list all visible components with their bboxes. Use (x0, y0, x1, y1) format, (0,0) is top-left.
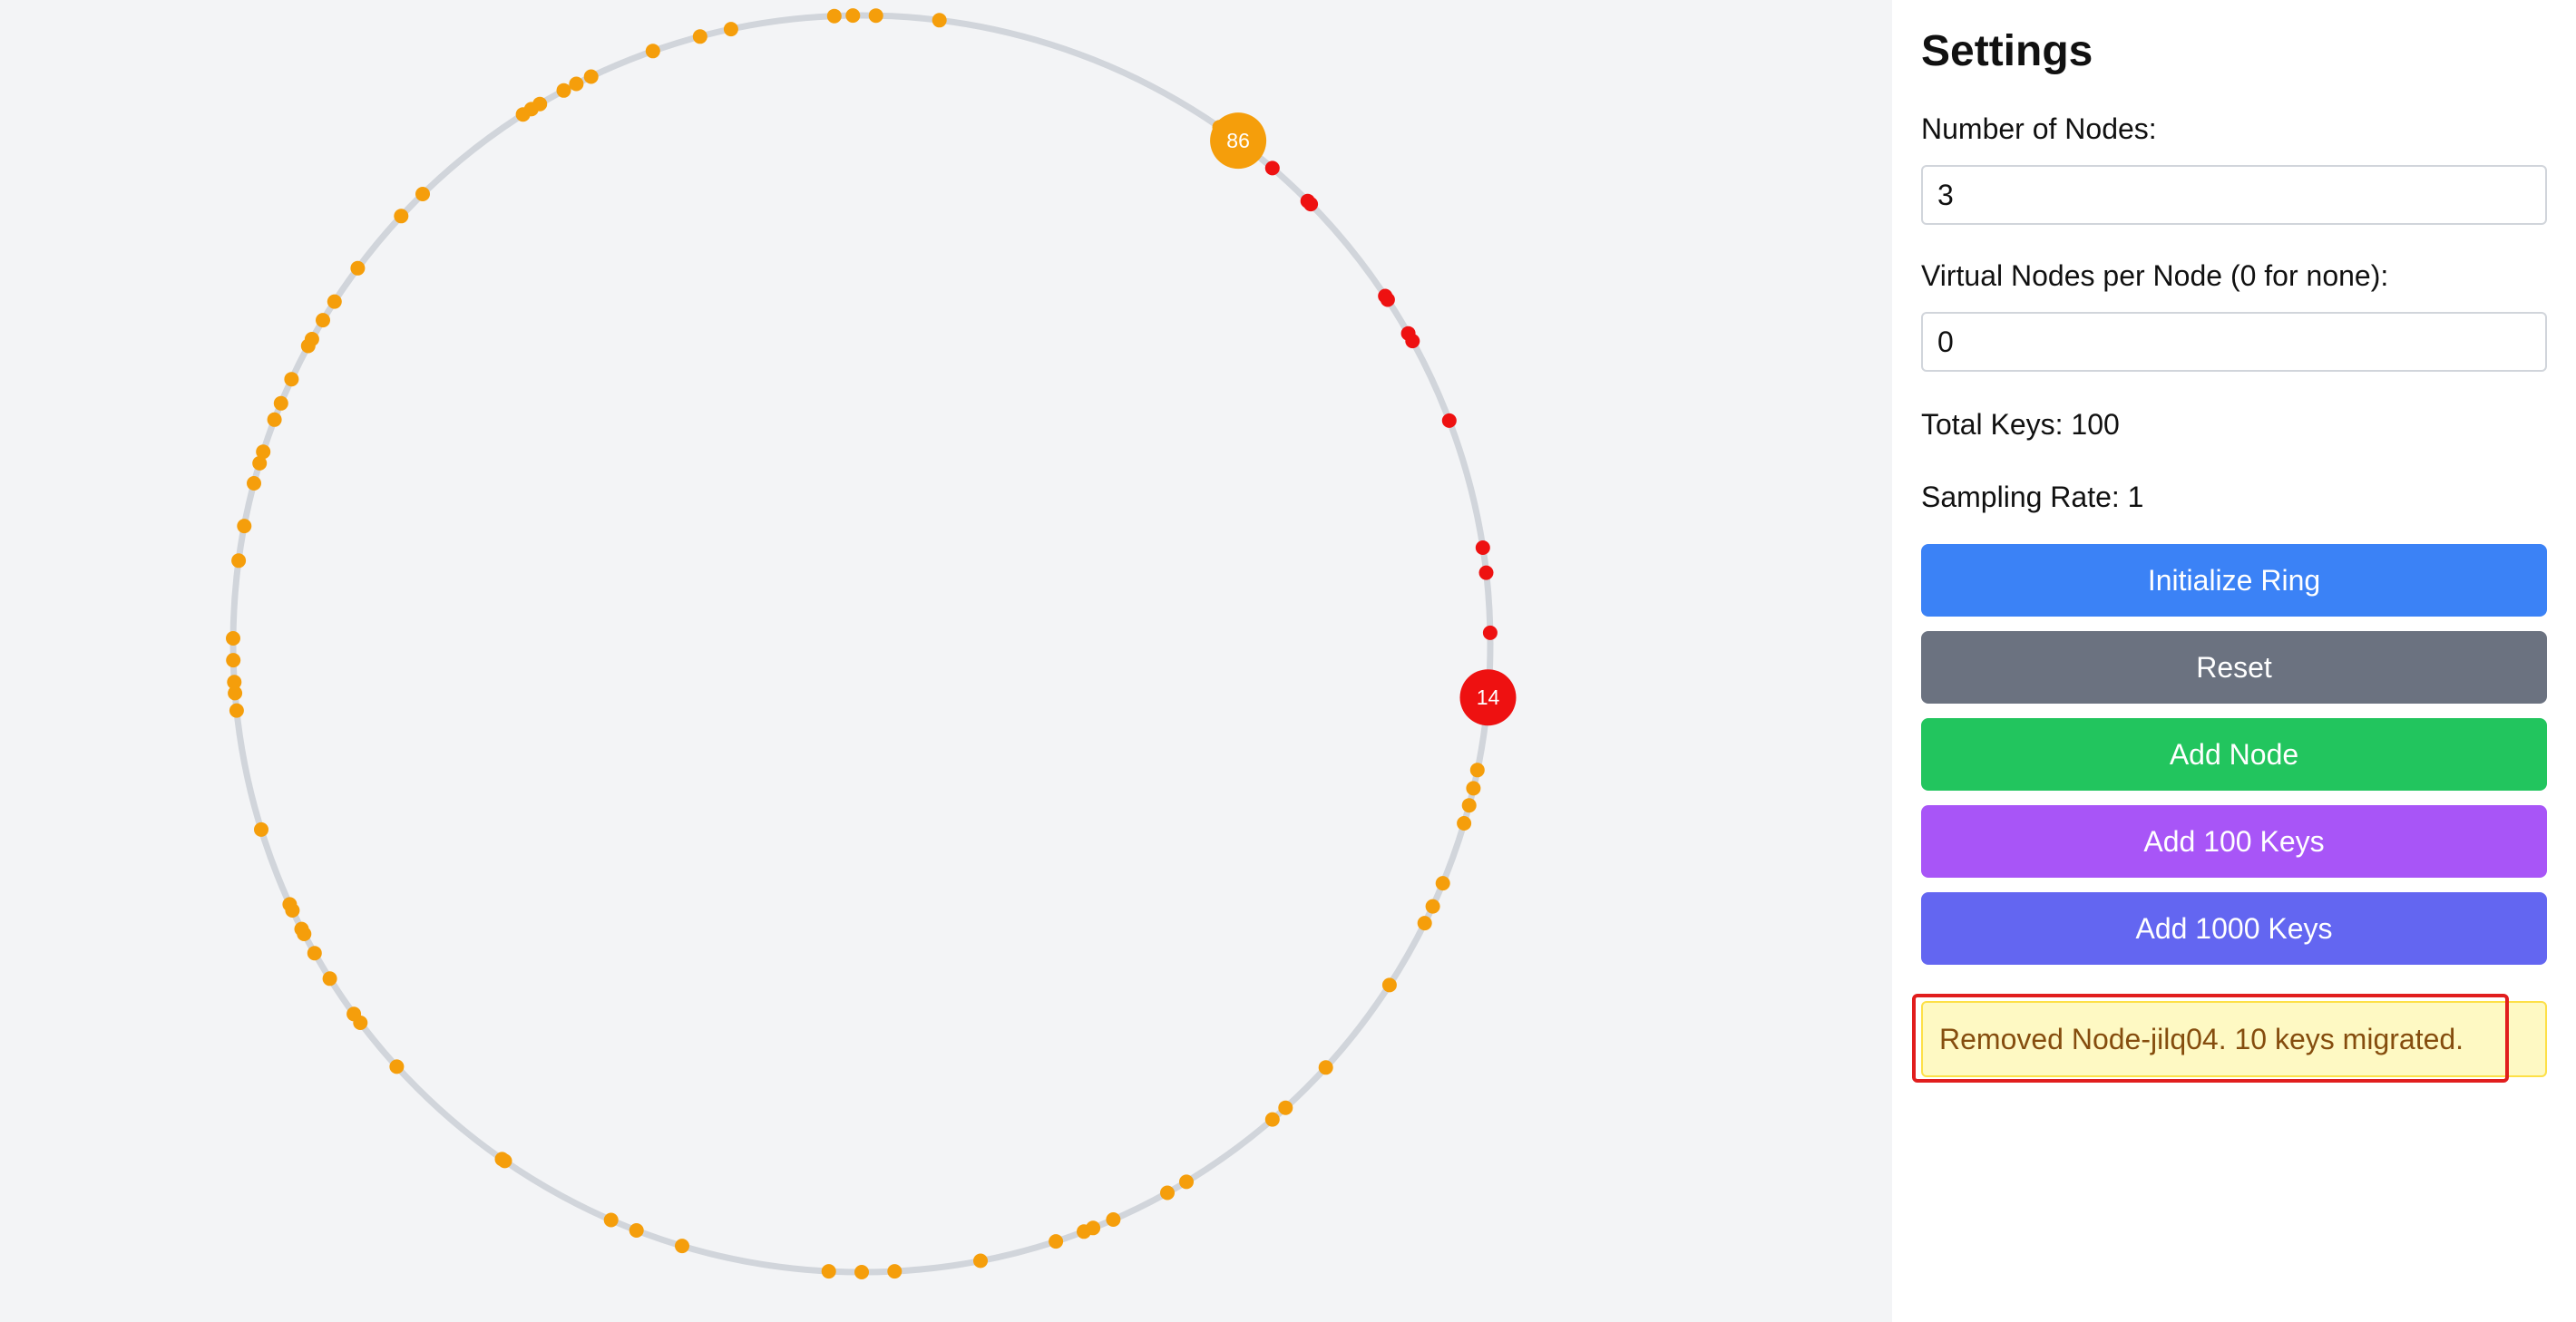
hash-ring-svg: 86 14 (226, 8, 1517, 1279)
key-point (254, 821, 268, 837)
settings-panel: Settings Number of Nodes: Virtual Nodes … (1892, 0, 2576, 1322)
initialize-ring-button[interactable]: Initialize Ring (1921, 544, 2547, 617)
key-point (1475, 540, 1490, 555)
node-label: 86 (1226, 129, 1250, 152)
add-node-button[interactable]: Add Node (1921, 718, 2547, 791)
key-point (532, 96, 548, 112)
key-point (1303, 197, 1319, 212)
add-1000-keys-button[interactable]: Add 1000 Keys (1921, 892, 2547, 965)
key-point (854, 1265, 869, 1279)
key-point (1417, 916, 1432, 931)
key-point (973, 1253, 988, 1269)
key-point (583, 69, 599, 84)
key-point (629, 1223, 644, 1238)
num-nodes-input[interactable] (1921, 165, 2547, 225)
key-point (304, 332, 319, 346)
num-nodes-label: Number of Nodes: (1921, 112, 2157, 145)
key-point (1466, 781, 1481, 796)
key-point (316, 313, 330, 328)
key-point (1264, 160, 1280, 176)
total-keys-text: Total Keys: 100 (1921, 408, 2120, 441)
add-100-keys-button[interactable]: Add 100 Keys (1921, 805, 2547, 878)
key-point (1264, 1112, 1280, 1127)
key-point (1482, 625, 1498, 640)
key-point (227, 675, 242, 690)
key-point (1077, 1224, 1091, 1239)
key-point (692, 29, 707, 44)
node-label: 14 (1477, 685, 1500, 709)
ring-node-86[interactable]: 86 (1210, 112, 1267, 170)
key-point (569, 76, 584, 92)
key-point (1478, 565, 1494, 580)
key-point (1160, 1185, 1175, 1200)
key-point (1318, 1060, 1333, 1075)
key-point (273, 395, 288, 411)
key-point (282, 897, 298, 912)
key-point (346, 1006, 362, 1022)
hash-ring-canvas: 86 14 (0, 0, 1892, 1322)
key-point (1405, 334, 1420, 349)
key-point (237, 519, 252, 534)
key-point (256, 444, 271, 460)
key-point (826, 8, 842, 24)
key-point (247, 476, 261, 491)
reset-button[interactable]: Reset (1921, 631, 2547, 704)
key-point (1278, 1100, 1293, 1115)
key-point (389, 1059, 405, 1074)
key-point (284, 372, 299, 387)
virtual-nodes-label: Virtual Nodes per Node (0 for none): (1921, 259, 2389, 292)
key-point (675, 1239, 689, 1254)
key-point (1179, 1174, 1194, 1190)
key-point (394, 209, 409, 224)
key-point (1435, 876, 1450, 891)
key-point (1049, 1234, 1064, 1249)
settings-title: Settings (1921, 27, 2093, 75)
key-point (226, 653, 241, 668)
key-point (322, 971, 337, 987)
key-point (1469, 763, 1485, 778)
key-point (231, 553, 247, 569)
virtual-nodes-input[interactable] (1921, 312, 2547, 372)
sampling-rate-text: Sampling Rate: 1 (1921, 481, 2144, 513)
key-point (821, 1264, 836, 1279)
key-point (603, 1212, 619, 1228)
key-point (556, 83, 571, 98)
key-point (494, 1152, 510, 1167)
key-point (307, 946, 322, 961)
key-point (1106, 1212, 1121, 1227)
key-point (267, 412, 282, 427)
key-point (415, 187, 430, 201)
node-markers: 86 14 (1210, 112, 1517, 726)
key-point (887, 1264, 903, 1279)
key-point (327, 294, 342, 309)
key-point (1425, 899, 1440, 914)
key-point (226, 631, 240, 646)
key-point (723, 22, 738, 37)
key-point (350, 260, 366, 276)
key-point (845, 8, 861, 24)
key-point (645, 44, 660, 59)
ring-node-14[interactable]: 14 (1459, 669, 1517, 726)
key-point (294, 921, 309, 937)
key-point (1461, 798, 1477, 813)
key-point (1381, 977, 1397, 993)
key-point (932, 13, 947, 28)
key-point (1380, 292, 1395, 307)
key-point (1457, 816, 1472, 831)
status-toast: Removed Node-jilq04. 10 keys migrated. (1921, 1001, 2547, 1077)
key-point (868, 8, 883, 24)
key-point (1441, 413, 1457, 428)
key-point (229, 703, 244, 718)
